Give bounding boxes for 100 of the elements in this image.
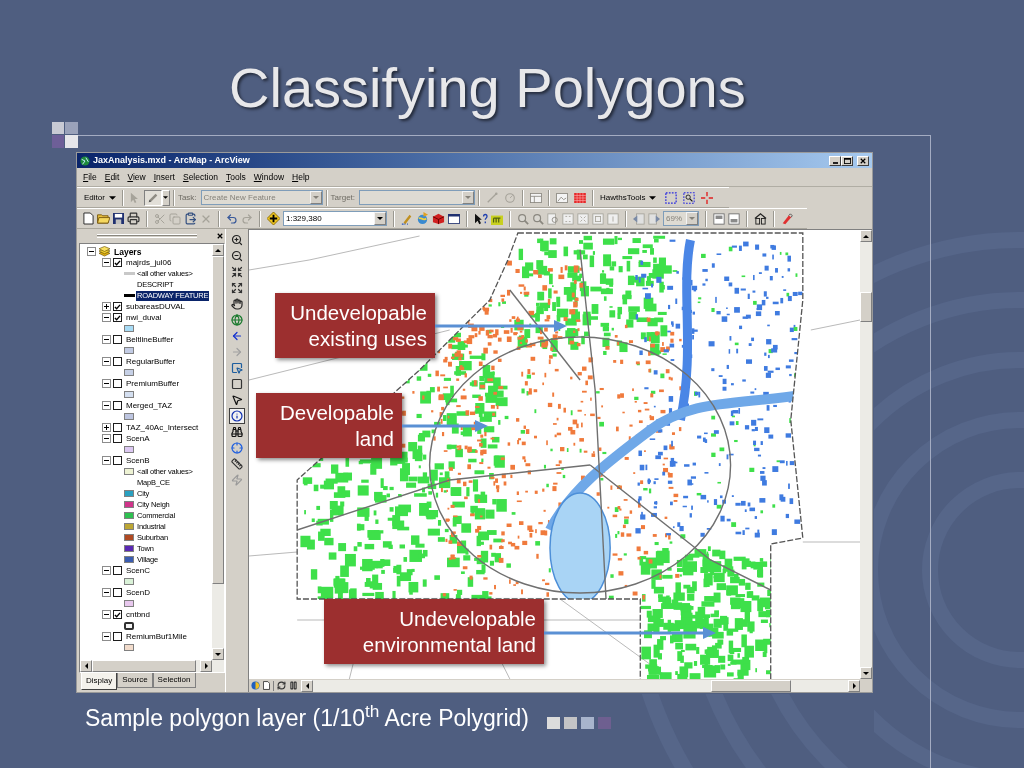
layer-name[interactable]: subareasDUVAL bbox=[126, 301, 185, 312]
undo-icon[interactable] bbox=[226, 212, 238, 225]
checkbox[interactable] bbox=[113, 456, 122, 465]
layer-name[interactable]: BeltlineBuffer bbox=[126, 334, 174, 345]
layers-label[interactable]: Layers bbox=[114, 246, 142, 257]
save-icon[interactable] bbox=[113, 213, 124, 224]
scroll-left-button[interactable] bbox=[301, 679, 313, 692]
scroll-up-button[interactable] bbox=[860, 230, 872, 242]
panel-tab[interactable]: Source bbox=[117, 673, 153, 688]
hawths-tools-menu-button[interactable]: HawthsTools bbox=[597, 189, 660, 206]
tool-icon[interactable] bbox=[781, 212, 793, 225]
pencil-dots-icon[interactable] bbox=[401, 212, 413, 225]
collapse-icon[interactable] bbox=[102, 401, 111, 410]
open-folder-icon[interactable] bbox=[97, 213, 110, 224]
help-cursor-icon[interactable] bbox=[474, 212, 488, 225]
frame-icon[interactable] bbox=[229, 376, 245, 392]
scroll-thumb[interactable] bbox=[860, 292, 872, 322]
paste-icon[interactable] bbox=[184, 212, 197, 225]
vertical-scrollbar[interactable] bbox=[860, 230, 872, 679]
collapse-icon[interactable] bbox=[102, 566, 111, 575]
arrows-in-icon[interactable] bbox=[229, 264, 245, 280]
layer-name[interactable]: RegularBuffer bbox=[126, 356, 176, 367]
layout-icon[interactable] bbox=[754, 212, 767, 225]
menu-item[interactable]: Tools bbox=[225, 172, 246, 182]
dropdown-arrow-icon[interactable] bbox=[163, 196, 169, 199]
menu-item[interactable]: Edit bbox=[104, 172, 120, 182]
scroll-right-button[interactable] bbox=[200, 660, 212, 672]
panel-tab[interactable]: Selection bbox=[152, 673, 196, 688]
close-icon[interactable] bbox=[217, 233, 223, 239]
arrows-out-icon[interactable] bbox=[229, 280, 245, 296]
scroll-thumb[interactable] bbox=[711, 679, 791, 692]
pointer-icon[interactable] bbox=[229, 392, 245, 408]
checkbox[interactable] bbox=[113, 401, 122, 410]
checkbox[interactable] bbox=[113, 588, 122, 597]
menu-item[interactable]: Help bbox=[292, 172, 310, 182]
collapse-icon[interactable] bbox=[102, 610, 111, 619]
scroll-up-button[interactable] bbox=[212, 244, 224, 256]
globe-icon[interactable] bbox=[229, 312, 245, 328]
collapse-icon[interactable] bbox=[87, 247, 96, 256]
layer-name[interactable]: ScenB bbox=[126, 455, 150, 466]
info-icon[interactable] bbox=[229, 408, 245, 424]
layer-name[interactable]: nwi_duval bbox=[126, 312, 162, 323]
pause-icon[interactable] bbox=[289, 681, 298, 690]
sketch-dropdown-button[interactable] bbox=[161, 189, 170, 206]
collapse-icon[interactable] bbox=[102, 357, 111, 366]
layer-name[interactable]: ScenD bbox=[126, 587, 150, 598]
up-arrow-icon[interactable] bbox=[863, 234, 869, 238]
toolbox-icon[interactable] bbox=[432, 212, 445, 225]
add-data-icon[interactable] bbox=[267, 212, 280, 225]
panel-tab[interactable]: Display bbox=[81, 673, 118, 690]
scroll-thumb[interactable] bbox=[212, 256, 224, 584]
page-back-icon[interactable] bbox=[633, 212, 645, 225]
scroll-down-button[interactable] bbox=[860, 667, 872, 679]
layer-name[interactable]: RemiumBuf1Mile bbox=[126, 631, 187, 642]
layer-name[interactable]: ScenC bbox=[126, 565, 150, 576]
checkbox[interactable] bbox=[113, 302, 122, 311]
down-arrow-icon[interactable] bbox=[863, 671, 869, 675]
ruler-icon[interactable] bbox=[229, 456, 245, 472]
layer-name[interactable]: ScenA bbox=[126, 433, 150, 444]
expand-icon[interactable] bbox=[102, 302, 111, 311]
left-arrow-icon[interactable] bbox=[84, 663, 88, 669]
minimize-icon[interactable] bbox=[832, 161, 838, 164]
scroll-thumb[interactable] bbox=[92, 660, 196, 672]
caret-icon[interactable] bbox=[108, 195, 116, 200]
menu-item[interactable]: File bbox=[83, 172, 97, 182]
layer-name[interactable]: Merged_TAZ bbox=[126, 400, 173, 411]
print-icon[interactable] bbox=[127, 212, 140, 225]
select-elements-icon[interactable] bbox=[229, 360, 245, 376]
checkbox[interactable] bbox=[113, 258, 122, 267]
checkbox[interactable] bbox=[113, 357, 122, 366]
menu-item[interactable]: Selection bbox=[182, 172, 218, 182]
editor-menu-button[interactable]: Editor bbox=[81, 189, 119, 206]
layer-name[interactable]: majrds_jul06 bbox=[126, 257, 172, 268]
checkbox[interactable] bbox=[113, 566, 122, 575]
pan-hand-icon[interactable] bbox=[229, 296, 245, 312]
data-view-icon[interactable] bbox=[263, 681, 270, 690]
checkbox[interactable] bbox=[113, 610, 122, 619]
dashed-square-icon[interactable] bbox=[665, 191, 678, 204]
scroll-down-button[interactable] bbox=[212, 648, 224, 660]
menu-item[interactable]: View bbox=[127, 172, 146, 182]
zoom-in-icon[interactable] bbox=[229, 232, 245, 248]
layer-name[interactable]: PremiumBuffer bbox=[126, 378, 180, 389]
collapse-icon[interactable] bbox=[102, 588, 111, 597]
right-arrow-icon[interactable] bbox=[852, 682, 856, 689]
binoculars-icon[interactable] bbox=[229, 424, 245, 440]
window-icon[interactable] bbox=[448, 213, 460, 224]
collapse-icon[interactable] bbox=[102, 379, 111, 388]
new-file-icon[interactable] bbox=[83, 212, 94, 225]
layer-name[interactable]: cntbnd bbox=[126, 609, 151, 620]
layout-view-icon[interactable] bbox=[251, 681, 260, 690]
checkbox[interactable] bbox=[113, 379, 122, 388]
zoom-out-icon[interactable] bbox=[229, 248, 245, 264]
checkbox[interactable] bbox=[113, 434, 122, 443]
zoom-select-icon[interactable] bbox=[683, 191, 696, 204]
menu-item[interactable]: Window bbox=[253, 172, 285, 182]
page-forward-icon[interactable] bbox=[648, 212, 660, 225]
up-arrow-icon[interactable] bbox=[215, 248, 221, 252]
layer-name[interactable]: TAZ_40Ac_Intersect bbox=[126, 422, 199, 433]
table-icon[interactable] bbox=[530, 192, 543, 203]
scale-dropdown[interactable]: 1:329,380 bbox=[283, 211, 387, 226]
